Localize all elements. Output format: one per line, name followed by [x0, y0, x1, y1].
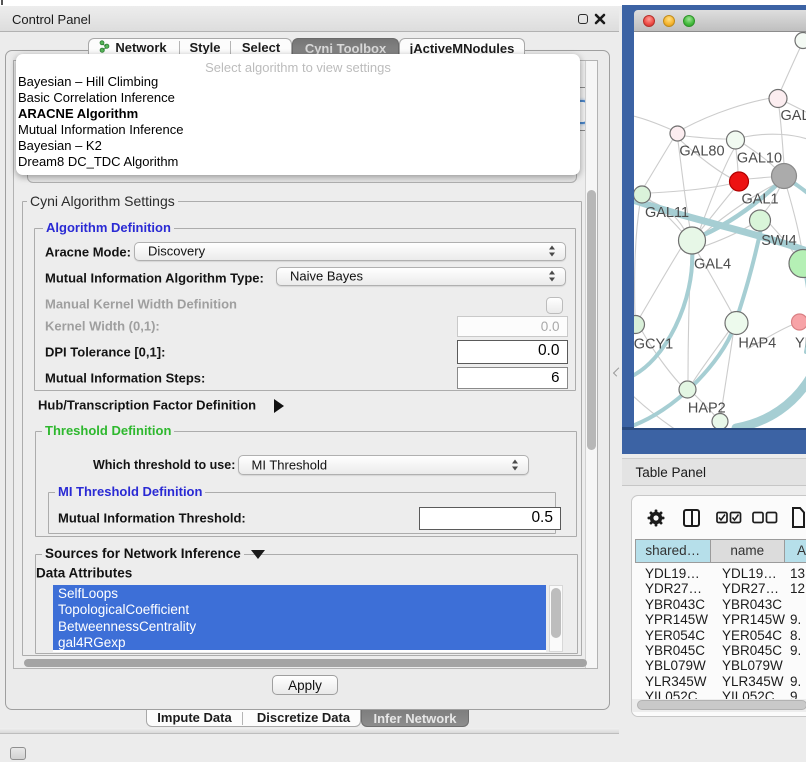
- svg-text:GAL4: GAL4: [694, 256, 731, 272]
- svg-text:GAL7: GAL7: [781, 108, 806, 124]
- svg-text:YM: YM: [795, 335, 806, 351]
- svg-text:GCY1: GCY1: [634, 336, 673, 352]
- svg-text:HAP2: HAP2: [688, 400, 726, 416]
- svg-text:GAL1: GAL1: [741, 191, 778, 207]
- svg-text:GAL11: GAL11: [645, 205, 689, 221]
- svg-text:GAL10: GAL10: [737, 150, 782, 166]
- svg-text:SWI4: SWI4: [761, 233, 796, 249]
- svg-text:HAP4: HAP4: [738, 335, 776, 351]
- svg-text:GAL80: GAL80: [679, 143, 724, 159]
